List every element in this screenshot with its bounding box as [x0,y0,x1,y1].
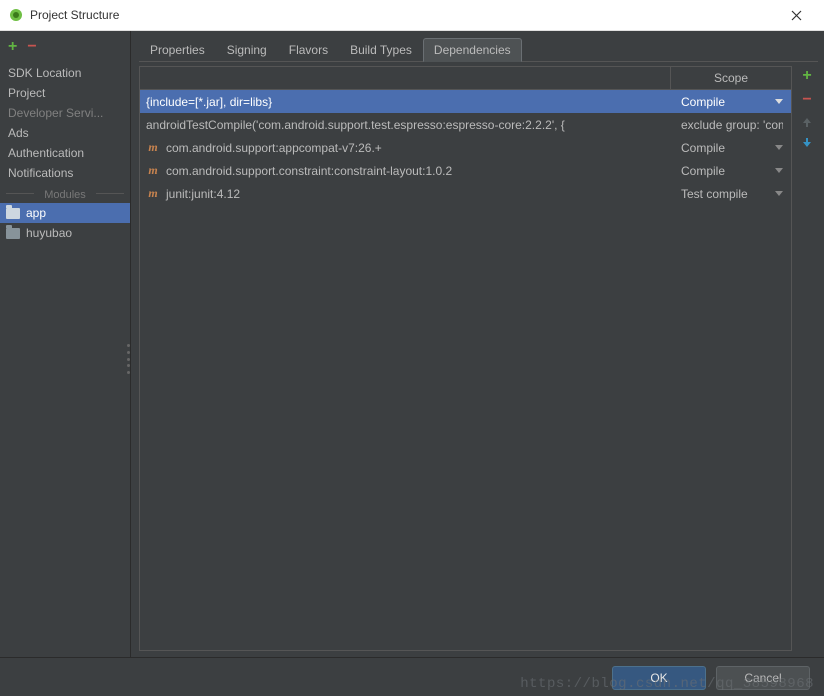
sidebar-item-project[interactable]: Project [0,83,130,103]
content-area: Properties Signing Flavors Build Types D… [131,31,824,657]
chevron-down-icon [775,168,783,173]
maven-icon: m [146,186,160,201]
dependency-name: androidTestCompile('com.android.support.… [146,118,565,132]
tab-properties[interactable]: Properties [139,38,216,62]
dependency-scope-cell[interactable]: exclude group: 'com.android.support', mo… [671,118,791,132]
dependency-row[interactable]: m com.android.support:appcompat-v7:26.+ … [140,136,791,159]
folder-icon [6,208,20,219]
dependency-scope-overflow: exclude group: 'com.android.support', mo… [681,118,783,132]
button-bar: OK Cancel https://blog.csdn.net/qq_38598… [0,657,824,696]
sidebar-add-button[interactable]: + [8,39,17,55]
cancel-button[interactable]: Cancel [716,666,810,690]
tab-flavors[interactable]: Flavors [278,38,339,62]
sidebar-item-developer-services[interactable]: Developer Servi... [0,103,130,123]
sidebar-item-sdk-location[interactable]: SDK Location [0,63,130,83]
tab-signing[interactable]: Signing [216,38,278,62]
dependency-row[interactable]: m com.android.support.constraint:constra… [140,159,791,182]
ok-button[interactable]: OK [612,666,706,690]
sidebar-item-ads[interactable]: Ads [0,123,130,143]
remove-dependency-button[interactable]: − [802,92,811,108]
dependency-scope: Compile [681,164,725,178]
sidebar-toolbar: + − [0,35,130,63]
dependency-name-cell: m com.android.support.constraint:constra… [140,163,671,178]
dependency-scope-cell[interactable]: Test compile [671,187,791,201]
dependencies-area: Scope {include=[*.jar], dir=libs} Compil… [139,66,818,651]
dependency-name: junit:junit:4.12 [166,187,240,201]
chevron-down-icon [775,191,783,196]
table-header: Scope [140,67,791,90]
sidebar-item-authentication[interactable]: Authentication [0,143,130,163]
dependency-row[interactable]: androidTestCompile('com.android.support.… [140,113,791,136]
tab-bar: Properties Signing Flavors Build Types D… [139,37,818,62]
sidebar: + − SDK Location Project Developer Servi… [0,31,131,657]
app-icon [8,7,24,23]
dependency-scope: Compile [681,95,725,109]
dependency-name-cell: m com.android.support:appcompat-v7:26.+ [140,140,671,155]
modules-header: Modules [0,183,130,203]
sidebar-remove-button[interactable]: − [27,39,36,55]
dependency-name: com.android.support.constraint:constrain… [166,164,452,178]
folder-icon [6,228,20,239]
tab-build-types[interactable]: Build Types [339,38,423,62]
dependency-row[interactable]: {include=[*.jar], dir=libs} Compile [140,90,791,113]
dependency-row[interactable]: m junit:junit:4.12 Test compile [140,182,791,205]
dependency-scope-cell[interactable]: Compile [671,141,791,155]
dependency-toolbar: + − [796,66,818,651]
maven-icon: m [146,140,160,155]
table-body: {include=[*.jar], dir=libs} Compile andr… [140,90,791,650]
module-label: app [26,206,46,220]
main-row: + − SDK Location Project Developer Servi… [0,31,824,657]
chevron-down-icon [775,99,783,104]
window-title: Project Structure [30,8,776,22]
titlebar: Project Structure [0,0,824,31]
dependency-name: com.android.support:appcompat-v7:26.+ [166,141,382,155]
splitter-handle[interactable] [127,344,130,374]
module-app[interactable]: app [0,203,130,223]
dependency-scope-cell[interactable]: Compile [671,95,791,109]
module-huyubao[interactable]: huyubao [0,223,130,243]
sidebar-item-notifications[interactable]: Notifications [0,163,130,183]
dependency-name-cell: androidTestCompile('com.android.support.… [140,118,671,132]
window-close-button[interactable] [776,0,816,30]
dependencies-table: Scope {include=[*.jar], dir=libs} Compil… [139,66,792,651]
chevron-down-icon [775,145,783,150]
module-label: huyubao [26,226,72,240]
move-up-button[interactable] [801,116,813,128]
add-dependency-button[interactable]: + [802,68,811,84]
dependency-scope: Test compile [681,187,748,201]
column-header-scope[interactable]: Scope [671,67,791,89]
dependency-scope-cell[interactable]: Compile [671,164,791,178]
dialog-body: + − SDK Location Project Developer Servi… [0,31,824,657]
column-header-name[interactable] [140,67,671,89]
move-down-button[interactable] [801,136,813,148]
dependency-name: {include=[*.jar], dir=libs} [146,95,272,109]
maven-icon: m [146,163,160,178]
tab-dependencies[interactable]: Dependencies [423,38,522,62]
dependency-name-cell: {include=[*.jar], dir=libs} [140,95,671,109]
dependency-name-cell: m junit:junit:4.12 [140,186,671,201]
dependency-scope: Compile [681,141,725,155]
